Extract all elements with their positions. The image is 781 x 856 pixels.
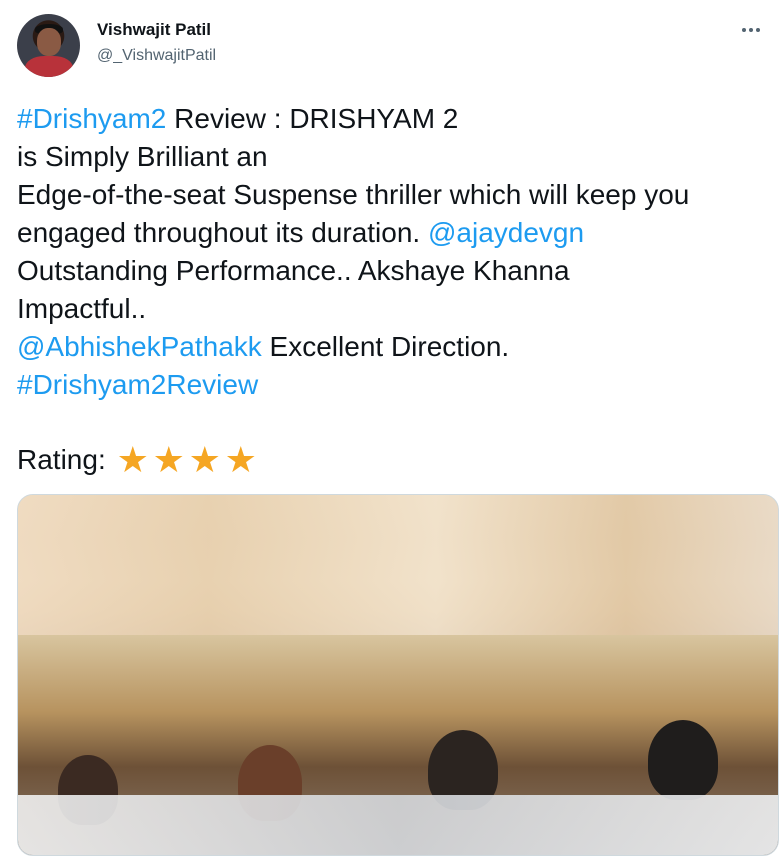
- more-options-button[interactable]: [739, 22, 763, 38]
- tweet-line-5: Outstanding Performance.. Akshaye Khanna: [17, 255, 570, 286]
- rating-stars: ★ ★ ★ ★: [116, 439, 258, 480]
- rating-row: Rating: ★ ★ ★ ★: [17, 438, 258, 482]
- avatar[interactable]: [17, 14, 80, 77]
- star-icon: ★: [152, 439, 185, 480]
- star-icon: ★: [188, 439, 221, 480]
- tweet-line-7: @AbhishekPathakk Excellent Direction.: [17, 328, 777, 366]
- tweet-line-4: engaged throughout its duration. @ajayde…: [17, 214, 777, 252]
- tweet-text: #Drishyam2 Review : DRISHYAM 2 is Simply…: [17, 100, 777, 404]
- person-figure: [648, 720, 718, 800]
- mention-link[interactable]: @ajaydevgn: [428, 217, 584, 248]
- media-blurred-header: [18, 495, 778, 635]
- rating-label: Rating:: [17, 444, 106, 475]
- tweet-line-2: is Simply Brilliant an: [17, 141, 268, 172]
- tweet-line-8: #Drishyam2Review: [17, 366, 777, 404]
- more-horizontal-icon: [742, 28, 746, 32]
- tweet-text-segment: Review : DRISHYAM 2: [166, 103, 459, 134]
- tweet-media-image[interactable]: [17, 494, 779, 856]
- avatar-shirt: [25, 56, 73, 77]
- more-horizontal-icon-dot: [749, 28, 753, 32]
- more-horizontal-icon-dot: [756, 28, 760, 32]
- tweet-text-segment: engaged throughout its duration.: [17, 217, 428, 248]
- star-icon: ★: [224, 439, 257, 480]
- tweet-text-segment: Excellent Direction.: [261, 331, 510, 362]
- avatar-face: [37, 28, 61, 56]
- media-scene: [18, 635, 778, 855]
- hashtag-link[interactable]: #Drishyam2: [17, 103, 166, 134]
- tweet-line-6: Impactful..: [17, 293, 147, 324]
- mention-link[interactable]: @AbhishekPathakk: [17, 331, 262, 362]
- tweet-line-1: #Drishyam2 Review : DRISHYAM 2: [17, 100, 777, 138]
- media-table-surface: [18, 795, 778, 855]
- star-icon: ★: [116, 439, 149, 480]
- user-handle[interactable]: @_VishwajitPatil: [97, 47, 216, 65]
- display-name[interactable]: Vishwajit Patil: [97, 20, 211, 40]
- hashtag-link[interactable]: #Drishyam2Review: [17, 369, 258, 400]
- tweet-line-3: Edge-of-the-seat Suspense thriller which…: [17, 179, 690, 210]
